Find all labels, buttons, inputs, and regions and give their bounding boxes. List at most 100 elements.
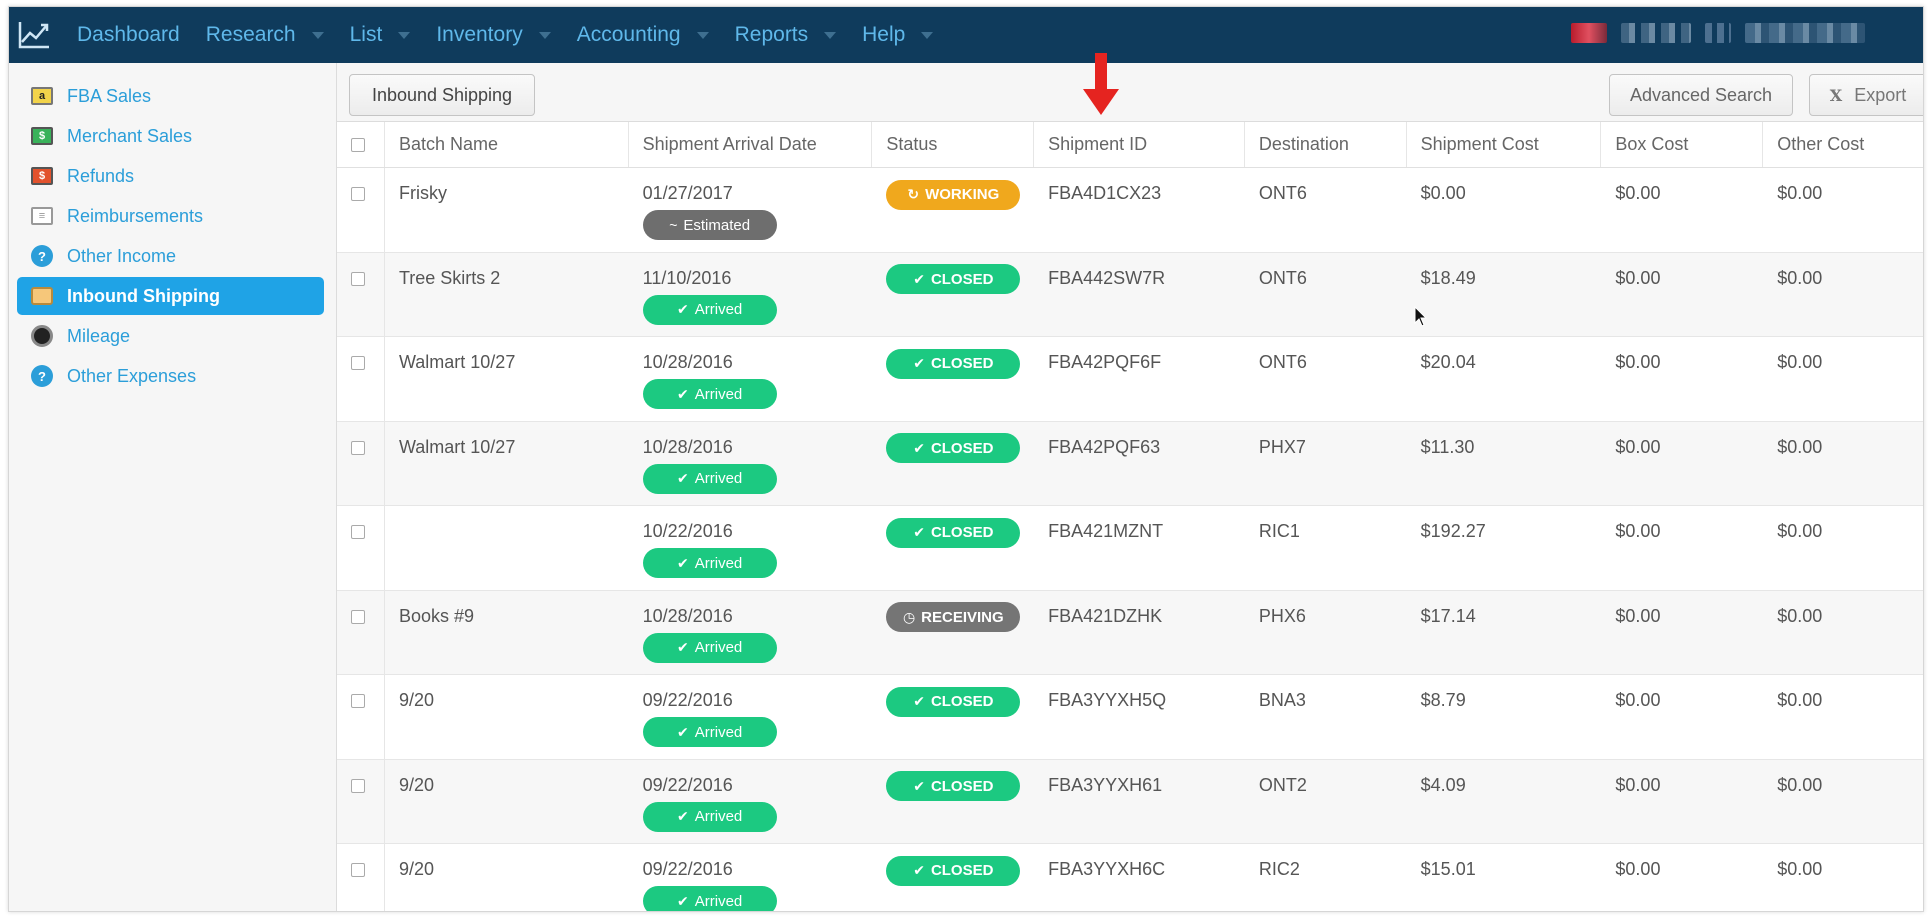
row-checkbox[interactable]	[351, 778, 365, 793]
caret-down-icon	[538, 31, 551, 39]
column-header-shipment-arrival-date[interactable]: Shipment Arrival Date	[629, 122, 873, 167]
table-row[interactable]: 9/20 09/22/2016 ✔ Arrived ✔ CLOSED FBA3YYXH6C R…	[337, 844, 1923, 911]
nav-inventory[interactable]: Inventory	[436, 7, 551, 63]
nav-inventory-label: Inventory	[436, 23, 523, 46]
table-row[interactable]: Walmart 10/27 10/28/2016 ✔ Arrived ✔ CLOSED FB…	[337, 337, 1923, 422]
sidebar-item-label: Other Expenses	[67, 365, 197, 386]
row-checkbox[interactable]	[351, 525, 365, 539]
status-badge: ✔ CLOSED	[886, 264, 1021, 294]
other-cost-cell: $0.00	[1777, 267, 1823, 288]
arrival-date-cell: 09/22/2016 ✔ Arrived	[629, 844, 873, 911]
row-checkbox[interactable]	[351, 271, 365, 286]
table-row[interactable]: 10/22/2016 ✔ Arrived ✔ CLOSED FBA421MZNT RIC1 $…	[337, 506, 1923, 591]
sidebar-item-inbound-shipping[interactable]: Inbound Shipping	[17, 277, 324, 315]
status-badge: ↻ WORKING	[886, 179, 1021, 210]
mouse-cursor-icon	[1414, 306, 1428, 327]
shipment-id-cell: FBA3YYXH6C	[1048, 859, 1166, 879]
arrival-date: 10/22/2016	[642, 521, 733, 541]
sidebar-item-mileage[interactable]: Mileage	[17, 317, 324, 355]
nav-accounting[interactable]: Accounting	[577, 7, 709, 63]
status-badge-label: CLOSED	[930, 355, 994, 372]
shipment-cost-cell: $11.30	[1420, 436, 1475, 457]
shipment-cost-cell: $192.27	[1420, 521, 1486, 541]
select-all-cell	[337, 122, 385, 167]
status-badge: ✔ CLOSED	[886, 686, 1021, 717]
arrival-date: 10/28/2016	[642, 352, 733, 372]
status-cell: ✔ CLOSED	[872, 675, 1034, 759]
checkmark-icon: ✔	[913, 355, 925, 371]
table-header: Batch Name Shipment Arrival Date Status Shi…	[337, 122, 1923, 168]
arrival-badge: ~ Estimated	[642, 210, 777, 240]
shipment-cost-cell: $18.49	[1420, 267, 1476, 288]
status-cell: ✔ CLOSED	[872, 422, 1034, 506]
column-header-other-cost[interactable]: Other Cost	[1763, 122, 1923, 167]
toolbar: Inbound Shipping Advanced Search X Expor…	[337, 63, 1923, 122]
destination-cell: PHX6	[1258, 605, 1306, 626]
other-cost-cell: $0.00	[1777, 690, 1823, 710]
status-badge: ✔ CLOSED	[886, 855, 1021, 886]
destination-cell: ONT6	[1258, 183, 1307, 203]
nav-list[interactable]: List	[350, 7, 411, 63]
column-header-shipment-cost[interactable]: Shipment Cost	[1407, 122, 1602, 167]
inbound-shipping-button[interactable]: Inbound Shipping	[349, 74, 535, 116]
annotation-arrow-down-icon	[1083, 53, 1119, 115]
other-cost-cell: $0.00	[1777, 352, 1823, 372]
column-header-box-cost[interactable]: Box Cost	[1601, 122, 1764, 167]
row-checkbox[interactable]	[351, 863, 365, 877]
table-row[interactable]: Walmart 10/27 10/28/2016 ✔ Arrived ✔ CLOSED FB…	[337, 421, 1923, 506]
row-checkbox[interactable]	[351, 440, 365, 455]
arrival-badge: ✔ Arrived	[642, 294, 777, 325]
other-cost-cell: $0.00	[1777, 605, 1823, 626]
arrival-badge-label: Arrived	[694, 892, 743, 910]
sidebar-item-other-income[interactable]: ? Other Income	[17, 237, 324, 275]
sidebar-item-reimbursements[interactable]: ≡ Reimbursements	[17, 197, 324, 235]
advanced-search-button[interactable]: Advanced Search	[1609, 74, 1793, 116]
status-cell: ✔ CLOSED	[872, 506, 1034, 590]
arrival-date-cell: 09/22/2016 ✔ Arrived	[629, 675, 873, 759]
row-select-cell	[337, 759, 385, 843]
nav-research[interactable]: Research	[206, 7, 324, 63]
caret-down-icon	[398, 31, 411, 39]
arrival-date-cell: 09/22/2016 ✔ Arrived	[629, 760, 873, 844]
status-badge: ✔ CLOSED	[886, 348, 1021, 379]
table-row[interactable]: Tree Skirts 2 11/10/2016 ✔ Arrived ✔ CLOSED FB…	[337, 252, 1923, 337]
table-row[interactable]: Books #9 10/28/2016 ✔ Arrived ◷ RECEIVING FBA4…	[337, 590, 1923, 675]
row-checkbox[interactable]	[351, 187, 365, 201]
checkmark-icon: ✔	[677, 892, 689, 909]
nav-reports[interactable]: Reports	[735, 7, 837, 63]
status-cell: ↻ WORKING	[872, 168, 1034, 252]
arrival-badge-label: Arrived	[694, 808, 743, 825]
arrival-badge-label: Arrived	[694, 639, 743, 656]
table-row[interactable]: 9/20 09/22/2016 ✔ Arrived ✔ CLOSED FBA3YYXH61 O…	[337, 759, 1923, 844]
box-cost-cell: $0.00	[1615, 521, 1661, 541]
column-header-shipment-id[interactable]: Shipment ID	[1034, 122, 1245, 167]
column-header-batch-name[interactable]: Batch Name	[385, 122, 629, 167]
shipment-cost-cell: $15.01	[1420, 859, 1476, 879]
select-all-checkbox[interactable]	[351, 137, 365, 152]
column-header-status[interactable]: Status	[872, 122, 1035, 167]
sidebar-item-merchant-sales[interactable]: $ Merchant Sales	[17, 117, 324, 155]
row-checkbox[interactable]	[351, 694, 365, 708]
user-account-area[interactable]	[1571, 23, 1865, 43]
checkmark-icon: ✔	[677, 808, 689, 824]
shipment-cost-cell: $8.79	[1420, 690, 1466, 710]
row-checkbox[interactable]	[351, 356, 365, 370]
table-row[interactable]: Frisky 01/27/2017 ~ Estimated ↻ WORKING FBA4D1…	[337, 168, 1923, 253]
nav-dashboard[interactable]: Dashboard	[77, 7, 180, 63]
nav-help[interactable]: Help	[862, 7, 934, 63]
status-badge-label: CLOSED	[930, 270, 994, 288]
app-logo[interactable]	[9, 7, 59, 63]
column-header-destination[interactable]: Destination	[1245, 122, 1407, 167]
destination-cell: ONT6	[1258, 267, 1307, 288]
checkmark-icon: ✔	[677, 639, 689, 655]
row-checkbox[interactable]	[351, 609, 365, 624]
sidebar-item-other-expenses[interactable]: ? Other Expenses	[17, 357, 324, 395]
row-select-cell	[337, 421, 385, 505]
export-button[interactable]: X Export	[1809, 74, 1923, 116]
shipment-id-cell: FBA3YYXH61	[1048, 774, 1163, 795]
destination-cell: PHX7	[1258, 436, 1306, 457]
checkmark-icon: ✔	[677, 470, 689, 486]
sidebar-item-fba-sales[interactable]: a FBA Sales	[17, 77, 324, 115]
sidebar-item-refunds[interactable]: $ Refunds	[17, 157, 324, 195]
table-row[interactable]: 9/20 09/22/2016 ✔ Arrived ✔ CLOSED FBA3YYXH5Q B…	[337, 675, 1923, 760]
